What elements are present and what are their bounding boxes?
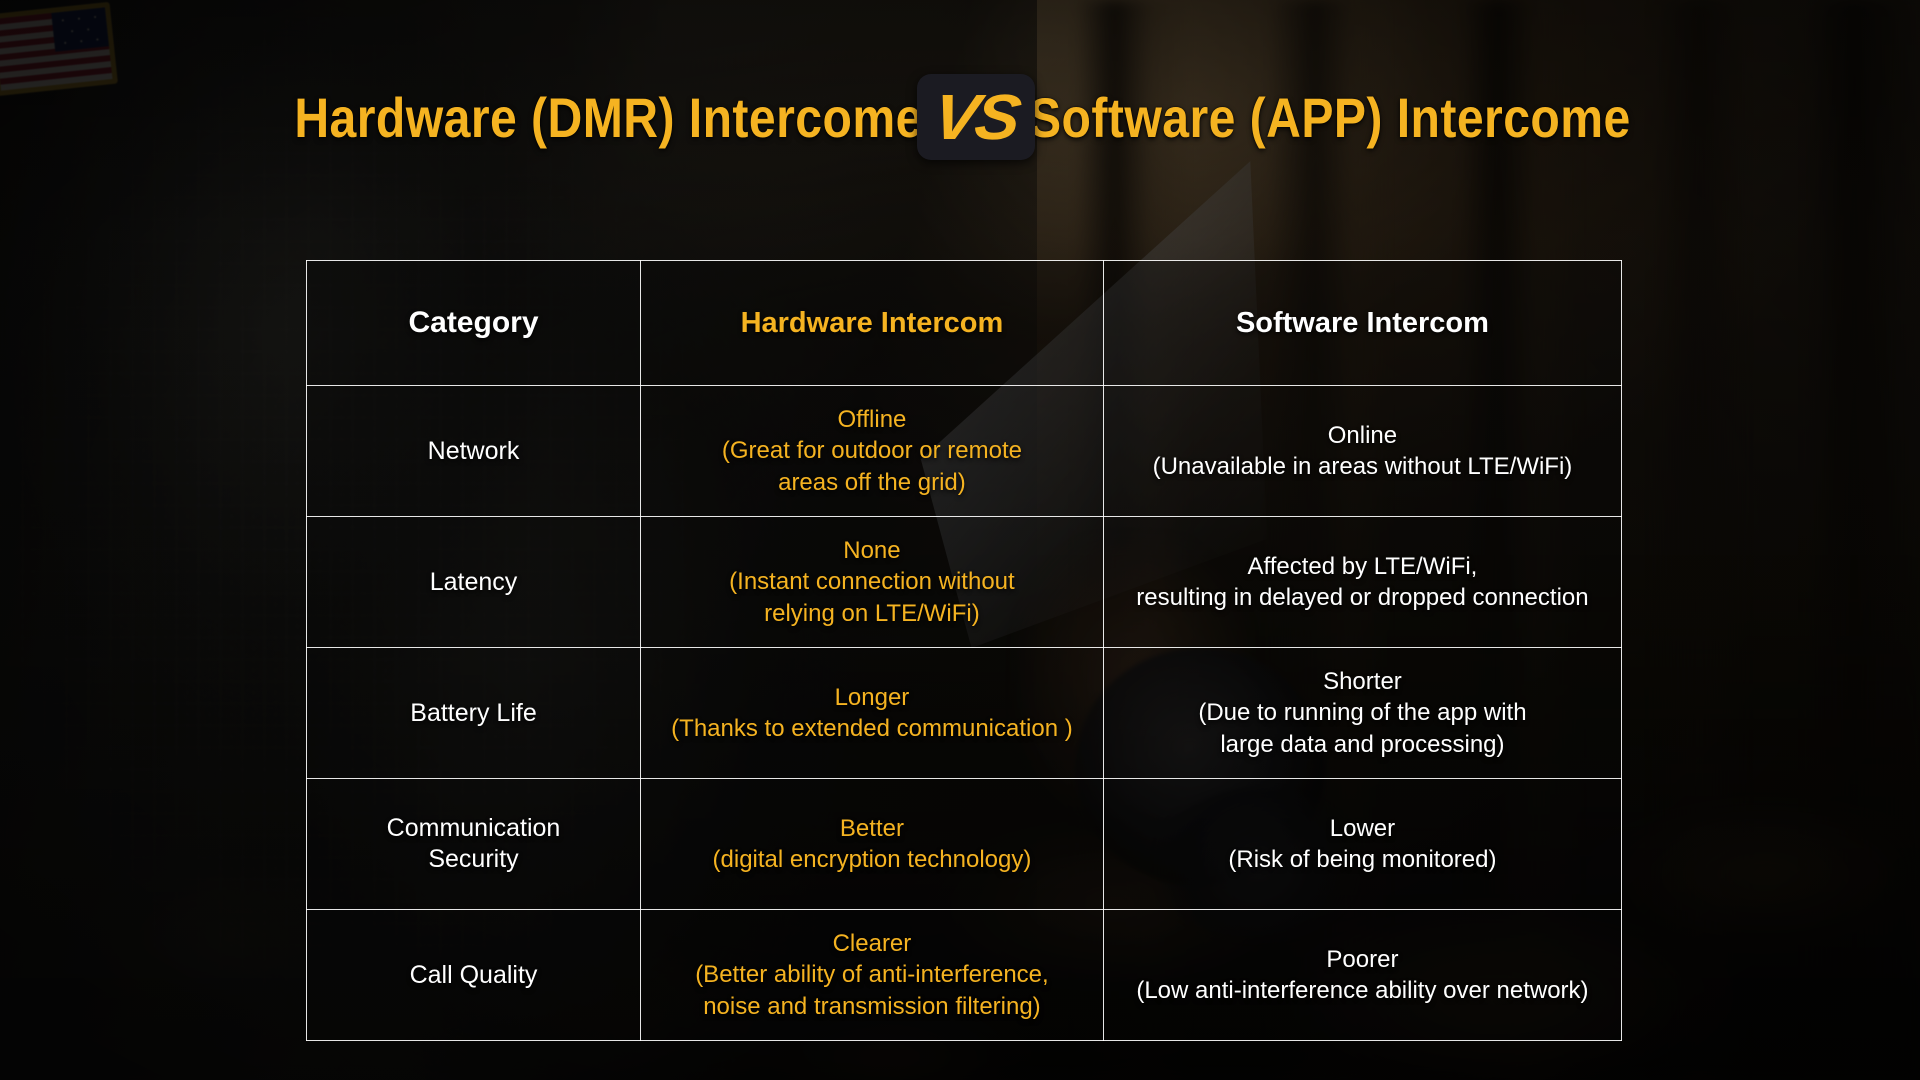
- title-right-text: Software (APP) Intercome: [1028, 85, 1631, 149]
- page-title: Hardware (DMR) Intercome VS Software (AP…: [0, 74, 1920, 160]
- vs-badge-label: VS: [928, 81, 1023, 153]
- vs-badge: VS: [916, 74, 1035, 160]
- table-row: Communication Security Better (digital e…: [306, 778, 1623, 910]
- row-hardware-value: Longer (Thanks to extended communication…: [640, 647, 1104, 779]
- table-header-row: Category Hardware Intercom Software Inte…: [306, 260, 1623, 386]
- row-hardware-value: None (Instant connection without relying…: [640, 516, 1104, 648]
- table-row: Call Quality Clearer (Better ability of …: [306, 909, 1623, 1041]
- title-left-text: Hardware (DMR) Intercome: [294, 85, 923, 149]
- row-software-value: Lower (Risk of being monitored): [1102, 778, 1623, 910]
- row-category-label: Communication Security: [306, 778, 641, 910]
- row-software-value: Online (Unavailable in areas without LTE…: [1102, 385, 1623, 517]
- row-hardware-value: Clearer (Better ability of anti-interfer…: [640, 909, 1104, 1041]
- column-header-software-intercom: Software Intercom: [1102, 260, 1623, 386]
- row-hardware-value: Offline (Great for outdoor or remote are…: [640, 385, 1104, 517]
- comparison-table-container: Category Hardware Intercom Software Inte…: [306, 260, 1623, 1041]
- infographic-canvas: Hardware (DMR) Intercome VS Software (AP…: [0, 0, 1920, 1080]
- row-category-label: Network: [306, 385, 641, 517]
- row-software-value: Poorer (Low anti-interference ability ov…: [1102, 909, 1623, 1041]
- row-software-value: Shorter (Due to running of the app with …: [1102, 647, 1623, 779]
- table-row: Battery Life Longer (Thanks to extended …: [306, 647, 1623, 779]
- table-body: Network Offline (Great for outdoor or re…: [306, 385, 1623, 1041]
- column-header-category: Category: [306, 260, 641, 386]
- column-header-hardware-intercom: Hardware Intercom: [640, 260, 1104, 386]
- row-hardware-value: Better (digital encryption technology): [640, 778, 1104, 910]
- table-row: Network Offline (Great for outdoor or re…: [306, 385, 1623, 517]
- table-row: Latency None (Instant connection without…: [306, 516, 1623, 648]
- row-software-value: Affected by LTE/WiFi, resulting in delay…: [1102, 516, 1623, 648]
- flag-canton: [51, 7, 109, 52]
- table-header: Category Hardware Intercom Software Inte…: [306, 260, 1623, 386]
- comparison-table: Category Hardware Intercom Software Inte…: [306, 260, 1623, 1041]
- row-category-label: Call Quality: [306, 909, 641, 1041]
- row-category-label: Latency: [306, 516, 641, 648]
- row-category-label: Battery Life: [306, 647, 641, 779]
